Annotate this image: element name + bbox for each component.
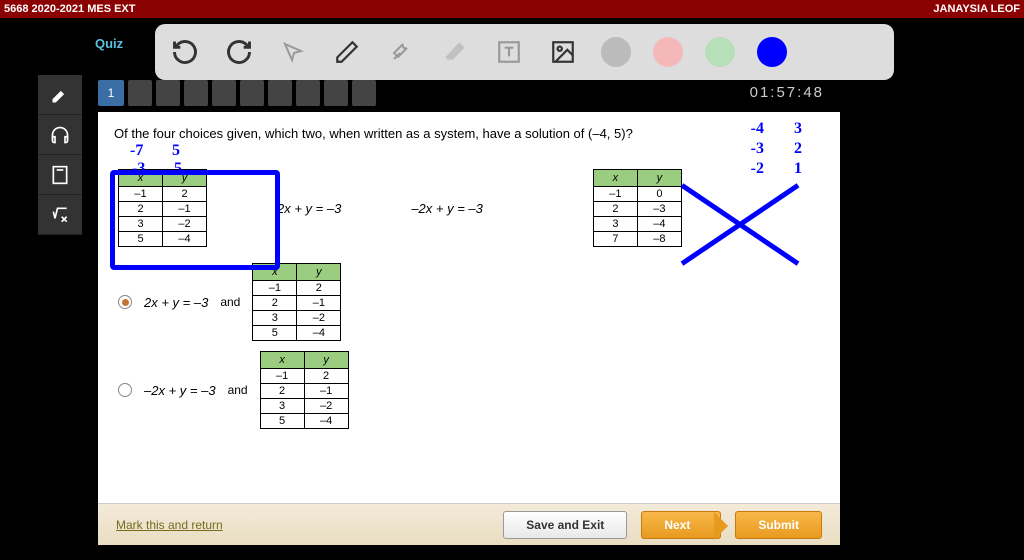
timer: 01:57:48: [750, 84, 824, 101]
option-b[interactable]: –2x + y = –3 and xy –12 2–1 3–2 5–4: [118, 351, 820, 429]
submit-button[interactable]: Submit: [735, 511, 822, 539]
question-panel: Of the four choices given, which two, wh…: [98, 112, 840, 545]
color-blue[interactable]: [757, 37, 787, 67]
next-button[interactable]: Next: [641, 511, 721, 539]
color-green[interactable]: [705, 37, 735, 67]
question-tab[interactable]: [268, 80, 292, 106]
pointer-tool[interactable]: [277, 36, 309, 68]
formula-icon[interactable]: [38, 195, 82, 235]
radio-b[interactable]: [118, 383, 132, 397]
question-tab[interactable]: [212, 80, 236, 106]
question-text: Of the four choices given, which two, wh…: [98, 112, 840, 147]
quiz-label: Quiz: [95, 36, 123, 51]
question-nav: 1: [98, 80, 376, 106]
question-tab[interactable]: [128, 80, 152, 106]
pen-icon[interactable]: [38, 75, 82, 115]
mark-return-link[interactable]: Mark this and return: [116, 518, 223, 532]
question-tab[interactable]: [184, 80, 208, 106]
and-text: and: [220, 295, 240, 309]
question-tab[interactable]: [352, 80, 376, 106]
and-text: and: [228, 383, 248, 397]
footer-bar: Mark this and return Save and Exit Next …: [98, 503, 840, 545]
student-name: JANAYSIA LEOF: [933, 3, 1020, 15]
question-tab[interactable]: [240, 80, 264, 106]
option-a[interactable]: 2x + y = –3 and xy –12 2–1 3–2 5–4: [118, 263, 820, 341]
choice-table-2: xy –10 2–3 3–4 7–8: [593, 169, 682, 247]
question-tab[interactable]: [296, 80, 320, 106]
color-pink[interactable]: [653, 37, 683, 67]
image-tool[interactable]: [547, 36, 579, 68]
question-1-tab[interactable]: 1: [98, 80, 124, 106]
course-id: 5668 2020-2021 MES EXT: [4, 3, 135, 15]
option-b-eq: –2x + y = –3: [144, 383, 216, 398]
option-b-table: xy –12 2–1 3–2 5–4: [260, 351, 349, 429]
choice-equation-2: –2x + y = –3: [411, 201, 483, 216]
app-topbar: 5668 2020-2021 MES EXT JANAYSIA LEOF: [0, 0, 1024, 18]
drawing-toolbar: [155, 24, 894, 80]
tools-icon[interactable]: [385, 36, 417, 68]
redo-button[interactable]: [223, 36, 255, 68]
choice-table-1: xy –12 2–1 3–2 5–4: [118, 169, 207, 247]
pencil-tool[interactable]: [331, 36, 363, 68]
headphones-icon[interactable]: [38, 115, 82, 155]
question-tab[interactable]: [156, 80, 180, 106]
option-a-table: xy –12 2–1 3–2 5–4: [252, 263, 341, 341]
save-exit-button[interactable]: Save and Exit: [503, 511, 627, 539]
radio-a[interactable]: [118, 295, 132, 309]
undo-button[interactable]: [169, 36, 201, 68]
text-tool[interactable]: [493, 36, 525, 68]
choice-equation-1: 2x + y = –3: [277, 201, 341, 216]
answer-options: 2x + y = –3 and xy –12 2–1 3–2 5–4 –2x +…: [98, 257, 840, 449]
option-a-eq: 2x + y = –3: [144, 295, 208, 310]
eraser-tool[interactable]: [439, 36, 471, 68]
calculator-icon[interactable]: [38, 155, 82, 195]
question-tab[interactable]: [324, 80, 348, 106]
choices-row: xy –12 2–1 3–2 5–4 2x + y = –3 –2x + y =…: [98, 147, 840, 257]
color-gray[interactable]: [601, 37, 631, 67]
side-toolbar: [38, 75, 82, 235]
